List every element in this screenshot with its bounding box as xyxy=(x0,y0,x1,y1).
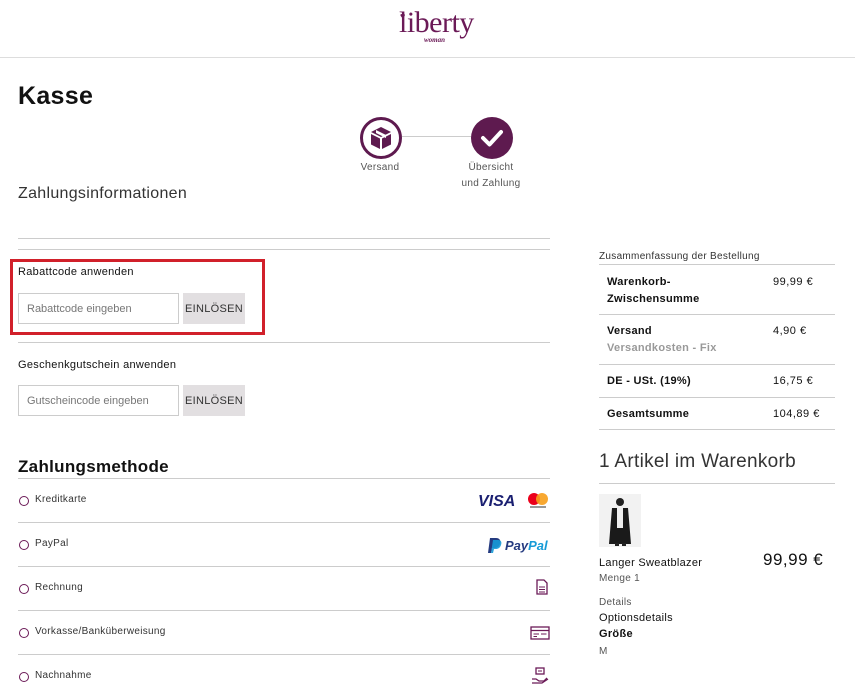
site-header: ♥ liberty woman xyxy=(0,0,855,58)
payment-option-bank-transfer[interactable]: Vorkasse/Banküberweisung xyxy=(18,610,550,654)
summary-label: Warenkorb- Zwischensumme xyxy=(607,274,700,308)
visa-text: VISA xyxy=(478,493,515,510)
divider xyxy=(18,342,550,343)
order-summary-title: Zusammenfassung der Bestellung xyxy=(599,251,760,262)
step-overview-text-1: Übersicht xyxy=(468,162,514,173)
cash-on-delivery-icon xyxy=(531,667,549,690)
divider xyxy=(18,238,550,239)
total-label: Gesamtsumme xyxy=(607,408,690,420)
payment-option-creditcard[interactable]: Kreditkarte VISA xyxy=(18,478,550,522)
step-overview-payment[interactable] xyxy=(471,117,513,159)
visa-mastercard-icon: VISA xyxy=(478,491,550,516)
divider xyxy=(599,483,835,484)
shipping-value: 4,90 € xyxy=(773,325,807,337)
subtotal-label-1: Warenkorb- xyxy=(607,276,671,288)
check-icon xyxy=(481,130,503,147)
apply-gift-card-button[interactable]: EINLÖSEN xyxy=(183,385,245,416)
size-label: Größe xyxy=(599,628,633,640)
cart-item-quantity: Menge 1 xyxy=(599,573,641,584)
payment-option-label: Vorkasse/Banküberweisung xyxy=(35,626,166,637)
tax-value: 16,75 € xyxy=(773,375,814,387)
brand-logo[interactable]: liberty xyxy=(399,6,474,40)
payment-option-invoice[interactable]: Rechnung xyxy=(18,566,550,610)
radio-button[interactable] xyxy=(19,540,29,550)
radio-button[interactable] xyxy=(19,496,29,506)
stepper-connector xyxy=(402,136,472,137)
payment-option-label: Kreditkarte xyxy=(35,494,87,505)
option-details-label: Optionsdetails xyxy=(599,612,673,624)
step-shipping-text: Versand xyxy=(360,162,400,173)
gift-card-input[interactable] xyxy=(18,385,179,416)
brand-logo-sub: woman xyxy=(424,36,446,44)
summary-row-tax: DE - USt. (19%) 16,75 € xyxy=(599,364,835,397)
step-overview-text-2: und Zahlung xyxy=(461,178,521,189)
paypal-icon: PayPal xyxy=(488,536,550,559)
step-shipping[interactable] xyxy=(360,117,402,159)
total-value: 104,89 € xyxy=(773,408,820,420)
summary-row-total: Gesamtsumme 104,89 € xyxy=(599,397,835,430)
tax-label: DE - USt. (19%) xyxy=(607,375,691,387)
payment-option-label: Rechnung xyxy=(35,582,83,593)
paypal-text: PayPal xyxy=(505,538,548,553)
cart-item-details-link[interactable]: Details xyxy=(599,597,632,608)
payment-method-heading: Zahlungsmethode xyxy=(18,457,169,476)
step-shipping-label: Versand xyxy=(350,160,410,176)
cart-item-price: 99,99 € xyxy=(763,550,824,569)
product-image[interactable] xyxy=(599,494,641,547)
invoice-icon xyxy=(536,579,548,600)
page-title: Kasse xyxy=(18,82,94,110)
bank-transfer-icon xyxy=(530,626,550,645)
size-value: M xyxy=(599,646,608,657)
radio-button[interactable] xyxy=(19,672,29,682)
subtotal-label-2: Zwischensumme xyxy=(607,293,700,305)
payment-option-label: Nachnahme xyxy=(35,670,92,681)
shipping-label: Versand xyxy=(607,325,652,337)
summary-row-subtotal: Warenkorb- Zwischensumme 99,99 € xyxy=(599,264,835,314)
payment-option-label: PayPal xyxy=(35,538,69,549)
cart-title: 1 Artikel im Warenkorb xyxy=(599,451,797,472)
payment-info-heading: Zahlungsinformationen xyxy=(18,185,188,202)
gift-card-title: Geschenkgutschein anwenden xyxy=(18,359,177,371)
payment-option-cod[interactable]: Nachnahme xyxy=(18,654,550,695)
highlight-box xyxy=(10,259,265,335)
summary-row-shipping: Versand Versandkosten - Fix 4,90 € xyxy=(599,314,835,364)
cart-item-name[interactable]: Langer Sweatblazer xyxy=(599,557,702,569)
payment-option-paypal[interactable]: PayPal PayPal xyxy=(18,522,550,566)
shipping-sublabel: Versandkosten - Fix xyxy=(607,342,717,354)
box-icon xyxy=(371,127,391,149)
divider xyxy=(18,249,550,250)
radio-button[interactable] xyxy=(19,584,29,594)
subtotal-value: 99,99 € xyxy=(773,276,814,288)
radio-button[interactable] xyxy=(19,628,29,638)
step-overview-label: Übersicht und Zahlung xyxy=(452,160,530,192)
